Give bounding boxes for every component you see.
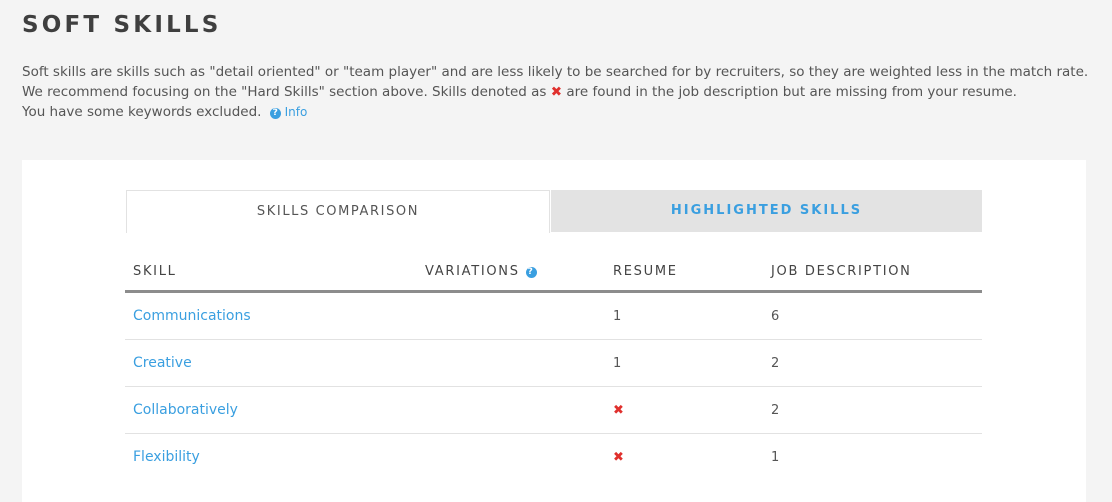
info-link[interactable]: ? Info [269, 105, 308, 119]
header-variations: VARIATIONS ? [425, 253, 613, 293]
variations-cell [425, 386, 613, 434]
skill-link[interactable]: Collaboratively [133, 402, 238, 418]
table-header-row: SKILL VARIATIONS ? RESUME JOB DESCRIPTIO… [125, 253, 982, 293]
skills-card: SKILLS COMPARISON HIGHLIGHTED SKILLS SKI… [22, 160, 1086, 502]
resume-count: 1 [613, 339, 771, 387]
variations-cell [425, 291, 613, 340]
skills-table: SKILL VARIATIONS ? RESUME JOB DESCRIPTIO… [125, 253, 982, 480]
section-title: SOFT SKILLS [22, 12, 222, 38]
header-job-description: JOB DESCRIPTION [771, 253, 982, 293]
variations-cell [425, 339, 613, 387]
header-variations-label: VARIATIONS [425, 264, 520, 279]
skill-link[interactable]: Communications [133, 308, 251, 324]
table-row: Flexibility ✖ 1 [125, 434, 982, 481]
description-text-2: are found in the job description but are… [562, 84, 1017, 100]
excluded-keywords-text: You have some keywords excluded. [22, 104, 262, 120]
tab-highlighted-skills[interactable]: HIGHLIGHTED SKILLS [551, 190, 982, 232]
missing-x-icon: ✖ [613, 402, 624, 418]
table-row: Communications 1 6 [125, 291, 982, 340]
info-label: Info [284, 105, 308, 119]
skill-link[interactable]: Creative [133, 355, 192, 371]
skills-tabs: SKILLS COMPARISON HIGHLIGHTED SKILLS [126, 190, 982, 233]
tab-skills-comparison[interactable]: SKILLS COMPARISON [126, 190, 550, 233]
variations-help-icon[interactable]: ? [525, 267, 537, 278]
header-skill: SKILL [125, 253, 425, 293]
job-description-count: 6 [771, 291, 982, 340]
table-row: Collaboratively ✖ 2 [125, 386, 982, 434]
table-row: Creative 1 2 [125, 339, 982, 387]
missing-x-icon: ✖ [613, 449, 624, 465]
job-description-count: 1 [771, 449, 780, 465]
variations-cell [425, 434, 613, 481]
job-description-count: 2 [771, 339, 982, 387]
resume-count: 1 [613, 291, 771, 340]
missing-x-icon: ✖ [550, 84, 563, 100]
job-description-count: 2 [771, 386, 982, 434]
section-description: Soft skills are skills such as "detail o… [22, 62, 1092, 122]
header-resume: RESUME [613, 253, 771, 293]
skill-link[interactable]: Flexibility [133, 449, 200, 465]
question-circle-icon: ? [269, 108, 281, 119]
